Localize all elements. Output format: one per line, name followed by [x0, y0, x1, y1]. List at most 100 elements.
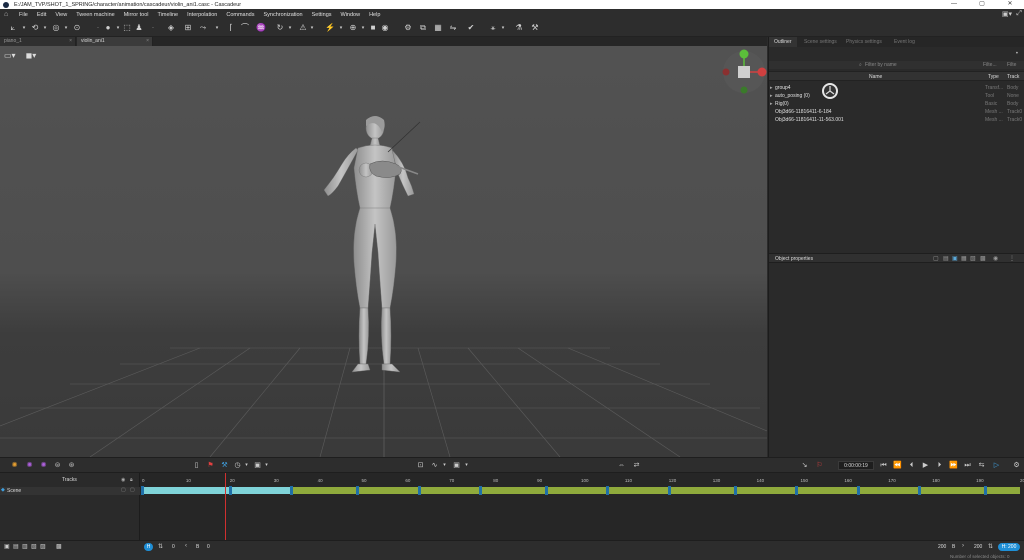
tab-outliner[interactable]: Outliner — [769, 37, 797, 47]
tab-scene-settings[interactable]: Scene settings — [799, 37, 842, 47]
track-visibility-icon[interactable]: ▢ — [121, 487, 126, 493]
home-icon[interactable]: ⌂ — [4, 11, 13, 19]
key-fixed-icon[interactable]: ⊜ — [53, 461, 62, 470]
dropdown-icon[interactable]: ▾ — [307, 23, 317, 33]
frame-icon[interactable]: ⊞ — [183, 23, 193, 33]
maximize-button[interactable]: ▢ — [968, 0, 996, 9]
status-icon-5[interactable]: ▨ — [40, 543, 46, 550]
box-icon[interactable]: ⧉ — [418, 23, 428, 33]
status-icon-6[interactable]: ▩ — [56, 543, 62, 550]
scale-tool-icon[interactable]: ⊙ — [72, 23, 82, 33]
next-frame-icon[interactable]: ⏵ — [935, 461, 944, 470]
arc-icon[interactable]: ⌒ — [240, 23, 250, 33]
menu-edit[interactable]: Edit — [37, 12, 46, 18]
expand-arrow-icon[interactable]: ▸ — [770, 100, 773, 108]
flag-icon[interactable]: ⚑ — [206, 461, 215, 470]
dropdown-icon[interactable]: ▾ — [285, 23, 295, 33]
loop-icon[interactable]: ↻ — [275, 23, 285, 33]
grid-icon[interactable]: ▦ — [433, 23, 443, 33]
keyframe-marker[interactable] — [606, 486, 610, 495]
curve-edit-icon[interactable]: ∿ — [430, 461, 439, 470]
menu-timeline[interactable]: Timeline — [157, 12, 178, 18]
keyframe-marker[interactable] — [290, 486, 294, 495]
key-all-icon[interactable]: ✺ — [10, 461, 19, 470]
joint-icon[interactable]: ⊕ — [348, 23, 358, 33]
panel-layout-icon[interactable]: ▣▾ — [1002, 10, 1012, 18]
outliner-row[interactable]: ▸ group4 Transf... Body — [769, 84, 1024, 92]
status-icon-4[interactable]: ▧ — [31, 543, 37, 550]
bracket-icon[interactable]: ⌈ — [226, 23, 236, 33]
clock-icon[interactable]: ◷ — [233, 461, 242, 470]
outliner-row[interactable]: Obj3d66-11816411-11-563.001 Mesh ... Tra… — [769, 116, 1024, 124]
dropdown-icon[interactable]: ▾ — [462, 461, 471, 470]
menu-help[interactable]: Help — [369, 12, 380, 18]
key-box-icon[interactable]: ▣ — [452, 461, 461, 470]
keyframe-marker[interactable] — [356, 486, 360, 495]
layer-badge[interactable]: H — [144, 543, 153, 551]
play-icon[interactable]: ▶ — [921, 461, 930, 470]
menu-tween-machine[interactable]: Tween machine — [76, 12, 115, 18]
frame-left[interactable]: 0 — [172, 544, 175, 550]
lock-icon[interactable]: 🔒︎ — [130, 477, 133, 483]
tab-event-log[interactable]: Event log — [889, 37, 920, 47]
menu-commands[interactable]: Commands — [226, 12, 254, 18]
range-arrow-icon[interactable]: › — [962, 543, 964, 549]
props-icon-6[interactable]: ▩ — [980, 255, 986, 262]
filter-name-input[interactable]: Filter by name — [865, 62, 897, 68]
eraser-icon[interactable]: ◈ — [166, 23, 176, 33]
keyframe-marker[interactable] — [417, 486, 421, 495]
current-time-display[interactable]: 0:00:00:19 — [838, 461, 874, 470]
close-icon[interactable]: × — [69, 37, 72, 46]
curve-icon[interactable]: ⤳ — [198, 23, 208, 33]
keyframe-marker[interactable] — [918, 486, 922, 495]
camera-icon[interactable]: ■ — [368, 23, 378, 33]
keyframe-marker[interactable] — [667, 486, 671, 495]
dropdown-icon[interactable]: ▾ — [336, 23, 346, 33]
fullscreen-icon[interactable]: ⤢ — [1016, 10, 1022, 18]
monitor-icon[interactable]: ▭▾ — [4, 51, 16, 60]
menu-file[interactable]: File — [19, 12, 28, 18]
paint-icon[interactable]: ♒ — [256, 23, 266, 33]
key-cycle-icon[interactable]: ⊛ — [67, 461, 76, 470]
keyframe-marker[interactable] — [228, 486, 232, 495]
key-selected-icon[interactable]: ✺ — [25, 461, 34, 470]
fit-icon[interactable]: ⊡ — [416, 461, 425, 470]
stretch-icon[interactable]: ⇄ — [632, 461, 641, 470]
key-interval-icon[interactable]: ✺ — [39, 461, 48, 470]
move-tool-icon[interactable]: ⟀ — [8, 23, 18, 33]
3d-viewport[interactable]: ▭▾ ◼▾ — [0, 46, 767, 457]
eye-icon[interactable]: ◉ — [121, 477, 125, 483]
frame-mid[interactable]: 0 — [207, 544, 210, 550]
expand-icon[interactable]: ⇔ — [617, 461, 626, 470]
menu-view[interactable]: View — [55, 12, 67, 18]
video-camera-icon[interactable]: ◼▾ — [26, 51, 37, 60]
timeline-range-interpolated[interactable] — [291, 487, 1020, 494]
point-icon[interactable]: ● — [103, 23, 113, 33]
timeline-range-active[interactable] — [142, 487, 292, 494]
outliner-row[interactable]: ▸ Rig(0) Basic Body — [769, 100, 1024, 108]
dropdown-icon[interactable]: ▾ — [61, 23, 71, 33]
range-start[interactable]: 200 — [938, 544, 946, 550]
playhead[interactable] — [225, 473, 227, 541]
select-box-icon[interactable]: ⬚ — [122, 23, 132, 33]
h-range-badge[interactable]: H: 200 — [998, 543, 1020, 551]
more-options-icon[interactable]: ⋮ — [1009, 255, 1015, 262]
dot-icon[interactable]: · — [93, 23, 103, 33]
expand-arrow-icon[interactable]: ▸ — [770, 84, 773, 92]
tab-violin-ani1[interactable]: violin_ani1 × — [77, 37, 153, 46]
menu-window[interactable]: Window — [341, 12, 361, 18]
ruler-icon[interactable]: ▯ — [192, 461, 201, 470]
keyframe-marker[interactable] — [983, 486, 987, 495]
pointer-icon[interactable]: ↘ — [800, 461, 809, 470]
keyframe-marker[interactable] — [856, 486, 860, 495]
rotate-tool-icon[interactable]: ⟲ — [30, 23, 40, 33]
more-options-icon[interactable]: • — [1016, 51, 1018, 57]
prev-key-icon[interactable]: ⏪ — [893, 461, 902, 470]
close-icon[interactable]: × — [146, 37, 149, 46]
hierarchy-icon[interactable]: ⚒ — [530, 23, 540, 33]
outliner-row[interactable]: ▸ auto_posing (0) Tool None — [769, 92, 1024, 100]
record-marker-icon[interactable]: ⚐ — [815, 461, 824, 470]
character-model[interactable] — [300, 112, 440, 392]
status-icon-2[interactable]: ▤ — [13, 543, 19, 550]
props-icon-4[interactable]: ▦ — [961, 255, 967, 262]
